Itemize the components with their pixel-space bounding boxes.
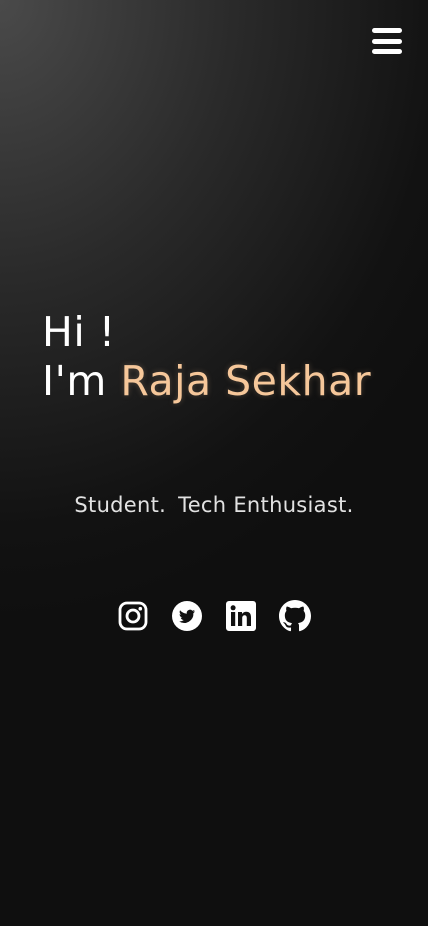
tagline-item: Student.	[74, 493, 167, 517]
tagline: Student. Tech Enthusiast.	[0, 490, 428, 520]
github-link[interactable]	[279, 600, 311, 632]
instagram-icon	[118, 601, 148, 631]
hamburger-menu-icon-bar	[372, 49, 402, 54]
tagline-item: Tech Enthusiast.	[178, 493, 354, 517]
hamburger-menu-icon-bar	[372, 38, 402, 44]
linkedin-icon	[226, 601, 256, 631]
twitter-icon	[172, 601, 202, 631]
name-text: Raja Sekhar	[120, 357, 372, 405]
intro-text: I'm	[42, 357, 107, 405]
twitter-link[interactable]	[171, 600, 203, 632]
hamburger-menu-icon	[372, 28, 402, 33]
menu-button[interactable]	[372, 28, 402, 54]
greeting-text: Hi !	[42, 308, 116, 356]
github-icon	[279, 600, 311, 632]
hero-section: Hi ! I'm Raja Sekhar	[42, 308, 412, 406]
linkedin-link[interactable]	[225, 600, 257, 632]
social-links	[0, 600, 428, 632]
hero-heading: Hi ! I'm Raja Sekhar	[42, 308, 412, 406]
instagram-link[interactable]	[117, 600, 149, 632]
